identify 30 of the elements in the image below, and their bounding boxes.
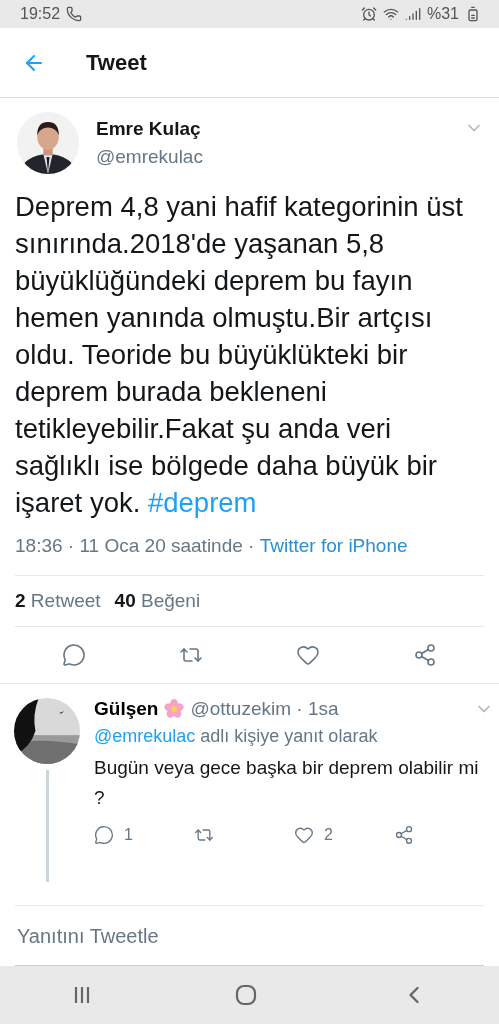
page-title: Tweet [86,49,147,76]
share-icon[interactable] [413,643,438,667]
action-count: 2 [324,826,333,844]
tweet-text: Deprem 4,8 yani hafif kategorinin üst sınırında.2018'de yaşanan 5,8 büyüklüğündeki deprem bu fayın hemen yanında olmuştu.Bir artçısı oldu. Teoride bu büyüklükteki bir deprem burada bekleneni tetikleyebilir.Fakat şu anda veri sağlıklı ise bölgede daha büyük bir işaret yok. #deprem [15,190,464,520]
reply-icon[interactable] [61,643,86,667]
author-handle[interactable]: @emrekulac [96,146,447,168]
flower-icon [164,699,185,719]
tweet-timestamp: 18:36 · 11 Oca 20 saatinde · [15,535,256,557]
battery-icon [465,6,481,22]
reply-handle[interactable]: @ottuzekim · 1sa [190,698,468,720]
heart-icon[interactable] [296,643,321,667]
heart-icon[interactable] [294,825,314,845]
share-icon[interactable] [394,825,414,845]
author-name[interactable]: Emre Kulaç [96,118,447,140]
mention-link[interactable]: @emrekulac [94,726,196,746]
reply-icon[interactable] [94,825,114,845]
stat-count[interactable]: 40 Beğeni [114,590,201,612]
battery-percent: %31 [426,5,459,23]
home-icon[interactable] [234,984,257,1006]
hashtag-link[interactable]: #deprem [147,487,257,518]
reply-author[interactable]: Gülşen [94,698,159,720]
wifi-icon [382,6,399,22]
action-count: 1 [124,826,133,844]
reply-text: Bugün veya gece başka bir deprem olabilir mi ? [94,756,480,810]
status-time: 19:52 [20,5,61,23]
signal-icon [404,6,421,22]
reply-context: @emrekulac adlı kişiye yanıt olarak [94,726,379,747]
alarm-icon [360,6,377,22]
stat-count[interactable]: 2 Retweet [15,590,101,612]
source-link[interactable]: Twitter for iPhone [259,535,408,557]
